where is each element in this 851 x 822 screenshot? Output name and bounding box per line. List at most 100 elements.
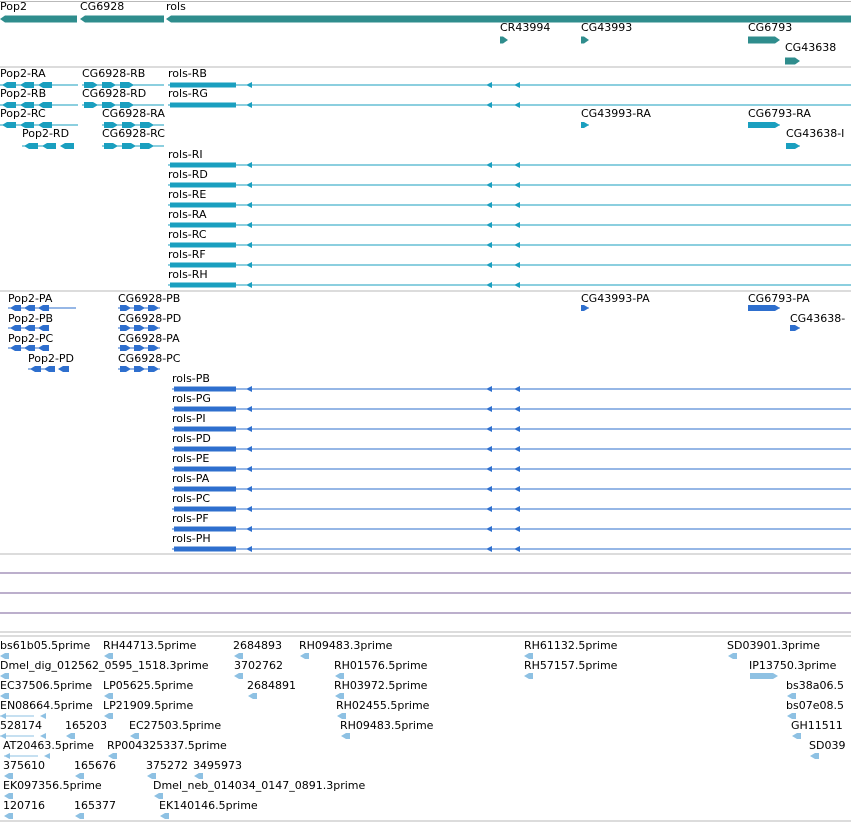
protein-exon: [10, 325, 21, 331]
transcript-label[interactable]: CG6928-RB: [82, 67, 145, 80]
protein-label[interactable]: rols-PG: [172, 392, 211, 405]
est-label[interactable]: RH61132.5prime: [524, 639, 617, 652]
transcript-label[interactable]: CG6928-RC: [102, 127, 165, 140]
est-label[interactable]: SD03901.3prime: [727, 639, 820, 652]
est-label[interactable]: LP21909.5prime: [103, 699, 193, 712]
gene-label[interactable]: rols: [166, 0, 186, 13]
transcript-label[interactable]: rols-RC: [168, 228, 207, 241]
protein-label[interactable]: Pop2-PD: [28, 352, 74, 365]
est-label[interactable]: 165676: [74, 759, 116, 772]
protein-label[interactable]: rols-PI: [172, 412, 206, 425]
protein-exon: [486, 386, 492, 392]
transcript-label[interactable]: rols-RF: [168, 248, 206, 261]
gene-label[interactable]: CG6928: [80, 0, 124, 13]
protein-label[interactable]: rols-PC: [172, 492, 210, 505]
est-label[interactable]: Dmel_neb_014034_0147_0891.3prime: [153, 779, 365, 792]
protein-label[interactable]: CG43993-PA: [581, 292, 650, 305]
transcript-exon: [140, 143, 154, 149]
protein-exon: [134, 325, 145, 331]
protein-label[interactable]: rols-PF: [172, 512, 209, 525]
gene-label[interactable]: CG43993: [581, 21, 632, 34]
est-block: [248, 693, 257, 699]
gene-label[interactable]: Pop2: [0, 0, 27, 13]
est-label[interactable]: 2684893: [233, 639, 282, 652]
est-label[interactable]: EC27503.5prime: [129, 719, 221, 732]
est-label[interactable]: 165203: [65, 719, 107, 732]
est-label[interactable]: LP05625.5prime: [103, 679, 193, 692]
est-label[interactable]: 165377: [74, 799, 116, 812]
transcript-label[interactable]: rols-RI: [168, 148, 203, 161]
protein-exon: [148, 345, 159, 351]
gene-label[interactable]: CR43994: [500, 21, 550, 34]
protein-label[interactable]: CG6928-PA: [118, 332, 180, 345]
protein-label[interactable]: Pop2-PA: [8, 292, 52, 305]
protein-label[interactable]: rols-PE: [172, 452, 209, 465]
gene-label[interactable]: CG43638: [785, 41, 836, 54]
est-label[interactable]: bs38a06.5: [786, 679, 844, 692]
transcript-label[interactable]: CG43993-RA: [581, 107, 651, 120]
protein-exon: [246, 486, 252, 492]
est-label[interactable]: Dmel_dig_012562_0595_1518.3prime: [0, 659, 209, 672]
protein-exon: [120, 325, 131, 331]
transcript-label[interactable]: rols-RB: [168, 67, 207, 80]
protein-label[interactable]: rols-PA: [172, 472, 209, 485]
est-label[interactable]: SD039: [809, 739, 845, 752]
est-label[interactable]: 375272: [146, 759, 188, 772]
protein-label[interactable]: CG6928-PB: [118, 292, 180, 305]
protein-label[interactable]: Pop2-PB: [8, 312, 53, 325]
transcript-label[interactable]: CG6793-RA: [748, 107, 811, 120]
est-label[interactable]: IP13750.3prime: [749, 659, 836, 672]
transcript-label[interactable]: CG6928-RD: [82, 87, 146, 100]
gene-label[interactable]: CG6793: [748, 21, 792, 34]
transcript-label[interactable]: rols-RG: [168, 87, 208, 100]
protein-label[interactable]: rols-PH: [172, 532, 211, 545]
transcript-label[interactable]: rols-RH: [168, 268, 208, 281]
est-label[interactable]: RP004325337.5prime: [107, 739, 227, 752]
est-label[interactable]: 2684891: [247, 679, 296, 692]
est-label[interactable]: RH09483.3prime: [299, 639, 392, 652]
protein-label[interactable]: Pop2-PC: [8, 332, 53, 345]
est-label[interactable]: RH03972.5prime: [334, 679, 427, 692]
est-label[interactable]: EN08664.5prime: [0, 699, 93, 712]
est-label[interactable]: RH01576.5prime: [334, 659, 427, 672]
transcript-label[interactable]: rols-RA: [168, 208, 207, 221]
est-label[interactable]: EK140146.5prime: [159, 799, 258, 812]
protein-exon: [514, 506, 520, 512]
protein-label[interactable]: CG43638-: [790, 312, 845, 325]
protein-exon: [174, 466, 236, 472]
est-label[interactable]: RH57157.5prime: [524, 659, 617, 672]
est-label[interactable]: AT20463.5prime: [3, 739, 94, 752]
transcript-label[interactable]: CG43638-I: [786, 127, 844, 140]
protein-exon: [790, 325, 800, 331]
transcript-label[interactable]: Pop2-RD: [22, 127, 69, 140]
est-label[interactable]: 375610: [3, 759, 45, 772]
protein-exon: [514, 446, 520, 452]
est-label[interactable]: 120716: [3, 799, 45, 812]
est-label[interactable]: EC37506.5prime: [0, 679, 92, 692]
transcript-label[interactable]: CG6928-RA: [102, 107, 165, 120]
est-label[interactable]: bs61b05.5prime: [0, 639, 90, 652]
transcript-exon: [246, 182, 252, 188]
est-label[interactable]: RH09483.5prime: [340, 719, 433, 732]
transcript-label[interactable]: Pop2-RA: [0, 67, 46, 80]
transcript-exon: [514, 262, 520, 268]
est-label[interactable]: 528174: [0, 719, 42, 732]
est-label[interactable]: 3702762: [234, 659, 283, 672]
transcript-label[interactable]: Pop2-RC: [0, 107, 46, 120]
est-label[interactable]: RH44713.5prime: [103, 639, 196, 652]
est-label[interactable]: 3495973: [193, 759, 242, 772]
protein-exon: [246, 466, 252, 472]
protein-label[interactable]: CG6928-PD: [118, 312, 181, 325]
protein-label[interactable]: rols-PB: [172, 372, 210, 385]
protein-label[interactable]: rols-PD: [172, 432, 211, 445]
protein-label[interactable]: CG6793-PA: [748, 292, 810, 305]
transcript-label[interactable]: rols-RD: [168, 168, 208, 181]
est-label[interactable]: EK097356.5prime: [3, 779, 102, 792]
protein-label[interactable]: CG6928-PC: [118, 352, 180, 365]
transcript-label[interactable]: rols-RE: [168, 188, 206, 201]
est-label[interactable]: GH11511: [791, 719, 843, 732]
est-label[interactable]: bs07e08.5: [786, 699, 844, 712]
est-label[interactable]: RH02455.5prime: [336, 699, 429, 712]
gene-span: [80, 15, 164, 23]
transcript-label[interactable]: Pop2-RB: [0, 87, 46, 100]
